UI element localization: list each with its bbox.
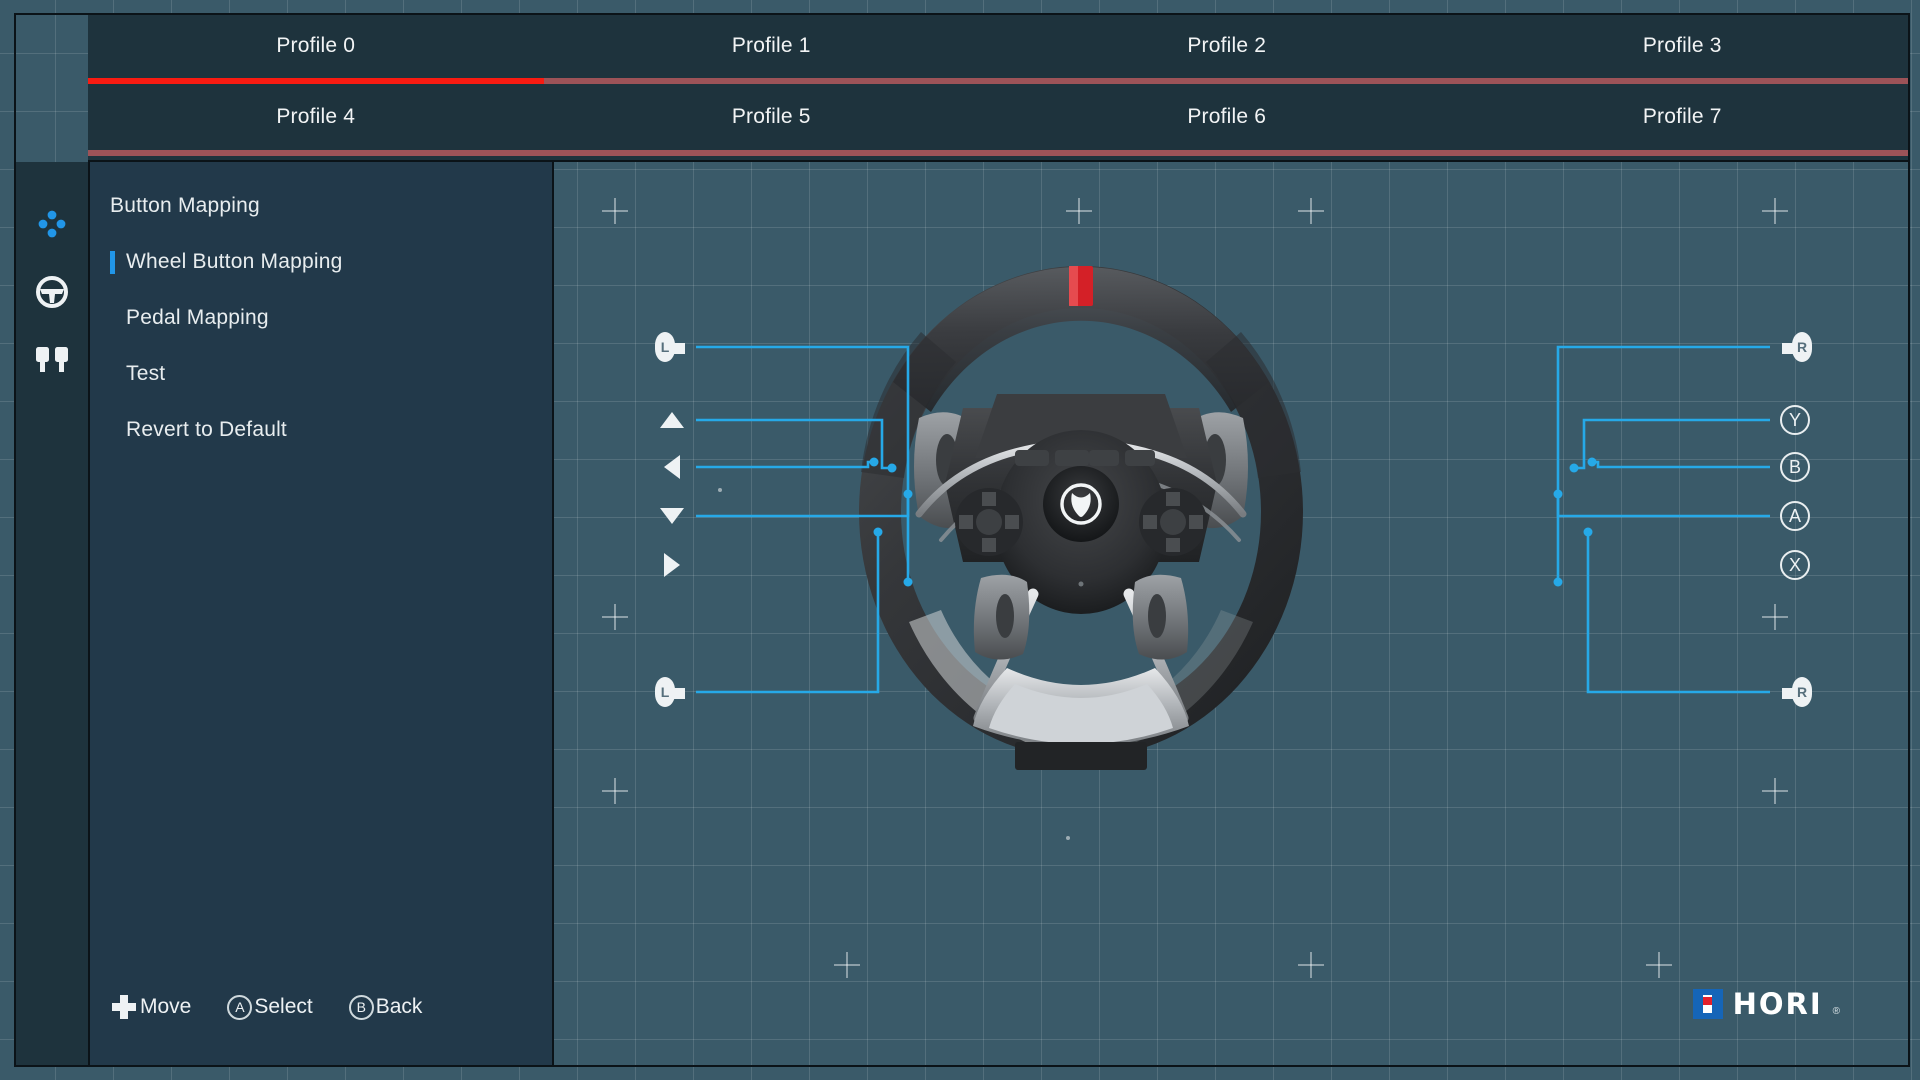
window-frame-border xyxy=(14,13,1910,1067)
app-root: LL RYBAXR HORI ® Profile 0Profile 1Profi… xyxy=(0,0,1920,1080)
